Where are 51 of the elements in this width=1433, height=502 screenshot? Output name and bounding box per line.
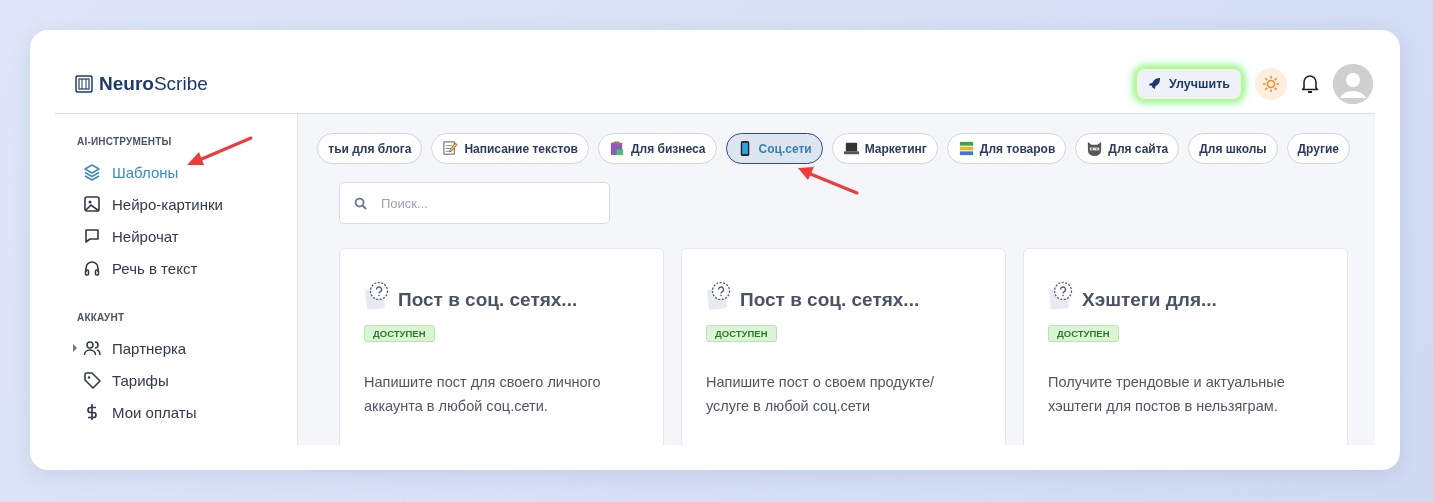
category-chip[interactable]: Маркетинг	[831, 133, 938, 164]
logo-icon	[75, 74, 93, 93]
category-chip[interactable]: Другие	[1286, 133, 1350, 164]
sidebar-item[interactable]: Речь в текст	[77, 252, 297, 284]
section-heading: АККАУНТ	[77, 312, 125, 323]
category-chip[interactable]: Для сайта	[1075, 133, 1180, 164]
rocket-icon	[1148, 77, 1162, 90]
status-badge: ДОСТУПЕН	[1048, 325, 1119, 342]
upgrade-button[interactable]: Улучшить	[1137, 68, 1241, 99]
theme-toggle[interactable]	[1255, 67, 1287, 100]
clipboard-icon	[609, 140, 626, 157]
users-icon	[83, 339, 101, 357]
memo-icon	[442, 140, 460, 157]
sun-icon	[1262, 74, 1280, 93]
template-title[interactable]: Хэштеги для...	[1082, 289, 1217, 311]
template-title[interactable]: Пост в соц. сетях...	[740, 289, 920, 311]
chat-icon	[83, 227, 101, 245]
template-description: Получите трендовые и актуальные хэштеги для постов в нельзяграм.	[1048, 373, 1286, 416]
template-description: Напишите пост для своего личного аккаунта в любой соц.сети.	[364, 373, 602, 416]
layers-icon	[83, 163, 101, 181]
search-icon	[354, 196, 367, 210]
image-icon	[83, 195, 101, 213]
search-field[interactable]: Поиск...	[339, 182, 610, 224]
sidebar-item[interactable]: Нейро-картинки	[77, 188, 297, 220]
bell-icon[interactable]	[1301, 73, 1319, 94]
template-card[interactable]: Пост в соц. сетях... ДОСТУПЕН Напишите пост для своего личного аккаунта в любой соц.сети.	[339, 248, 664, 445]
sidebar-item[interactable]: Шаблоны	[77, 156, 297, 188]
sidebar-item[interactable]: Партнерка	[77, 332, 297, 364]
status-badge: ДОСТУПЕН	[706, 325, 777, 342]
sidebar-item[interactable]: Нейрочат	[77, 220, 297, 252]
template-card[interactable]: Хэштеги для... ДОСТУПЕН Получите трендовые и актуальные хэштеги для постов в нельзяграм.	[1023, 248, 1348, 445]
template-description: Напишите пост о своем продукте/ услуге в любой соц.сети	[706, 373, 936, 416]
category-chip[interactable]: тьи для блога	[317, 133, 423, 164]
logo-text: NeuroScribe	[99, 72, 208, 95]
category-chip[interactable]: Написание текстов	[431, 133, 589, 164]
sidebar-item[interactable]: Мои оплаты	[77, 396, 297, 428]
tag-icon	[83, 371, 101, 389]
headphones-icon	[83, 259, 101, 277]
sidebar-item[interactable]: Тарифы	[77, 364, 297, 396]
template-card[interactable]: Пост в соц. сетях... ДОСТУПЕН Напишите пост о своем продукте/ услуге в любой соц.сети	[681, 248, 1006, 445]
search-input[interactable]: Поиск...	[379, 194, 595, 212]
status-badge: ДОСТУПЕН	[364, 325, 435, 342]
caret-icon[interactable]	[73, 344, 77, 352]
template-title[interactable]: Пост в соц. сетях...	[398, 289, 578, 311]
category-chip[interactable]: Для бизнеса	[598, 133, 717, 164]
books-icon	[957, 140, 975, 157]
category-chip[interactable]: Для школы	[1188, 133, 1278, 164]
section-heading: AI-ИНСТРУМЕНТЫ	[77, 136, 172, 147]
cat-icon	[1086, 140, 1104, 157]
laptop-icon	[842, 140, 860, 157]
category-chip[interactable]: Для товаров	[946, 133, 1067, 164]
